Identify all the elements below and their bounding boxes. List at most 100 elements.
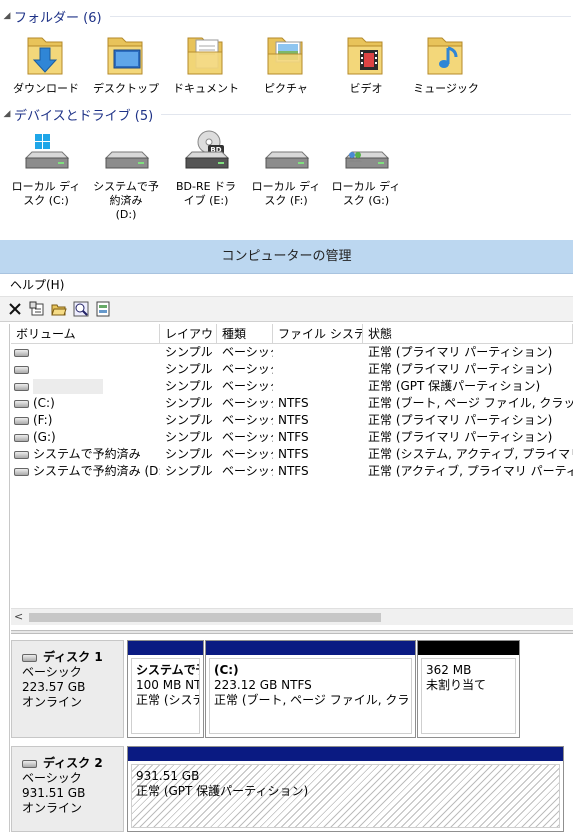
folder-documents[interactable]: ドキュメント	[166, 30, 246, 96]
menu-help[interactable]: ヘルプ(H)	[10, 278, 64, 292]
table-row[interactable]: システムで予約済み (D:) シンプル ベーシック NTFS 正常 (アクティブ…	[11, 463, 573, 480]
hard-drive-icon	[258, 128, 314, 178]
disk-name: ディスク 2	[43, 756, 103, 770]
disk-1-info[interactable]: ディスク 1 ベーシック 223.57 GB オンライン	[11, 640, 124, 738]
disk-kind: ベーシック	[22, 771, 82, 785]
partition-unallocated[interactable]: 362 MB 未割り当て	[417, 640, 520, 738]
column-header-type[interactable]: 種類	[217, 324, 273, 343]
filesystem-cell: NTFS	[278, 447, 309, 461]
hard-drive-icon	[98, 128, 154, 178]
pictures-folder-icon	[258, 30, 314, 80]
scrollbar-thumb[interactable]	[29, 613, 381, 622]
layout-cell: シンプル	[165, 413, 213, 427]
open-icon[interactable]	[50, 300, 68, 318]
type-cell: ベーシック	[222, 396, 273, 410]
folder-label: ダウンロード	[13, 82, 79, 95]
scroll-left-icon[interactable]: <	[14, 610, 23, 623]
table-row[interactable]: シンプル ベーシック 正常 (プライマリ パーティション)	[11, 361, 573, 378]
partition-size: 362 MB	[426, 663, 472, 677]
collapse-icon[interactable]: ◢	[0, 11, 14, 21]
console-tree-edge	[0, 324, 10, 832]
drive-e[interactable]: BD BD-RE ドラ イブ (E:)	[166, 128, 246, 208]
group-divider	[161, 113, 571, 115]
collapse-icon[interactable]: ◢	[0, 109, 14, 119]
folder-downloads[interactable]: ダウンロード	[6, 30, 86, 96]
drive-label: ローカル ディ スク (C:)	[11, 180, 81, 207]
volume-name: システムで予約済み	[33, 447, 141, 461]
type-cell: ベーシック	[222, 379, 273, 393]
horizontal-scrollbar[interactable]: <	[11, 608, 573, 625]
layout-cell: シンプル	[165, 396, 213, 410]
volume-name: システムで予約済み (D:)	[33, 464, 160, 478]
disk-2-info[interactable]: ディスク 2 ベーシック 931.51 GB オンライン	[11, 746, 124, 832]
column-header-layout[interactable]: レイアウト	[160, 324, 217, 343]
status-cell: 正常 (アクティブ, プライマリ パーティション)	[368, 464, 573, 478]
volume-icon	[14, 416, 29, 425]
folder-pictures[interactable]: ピクチャ	[246, 30, 326, 96]
disk-size: 223.57 GB	[22, 680, 86, 694]
column-header-volume[interactable]: ボリューム	[11, 324, 160, 343]
table-row[interactable]: シンプル ベーシック 正常 (GPT 保護パーティション)	[11, 378, 573, 395]
export-icon[interactable]	[94, 300, 112, 318]
drive-label: システムで予 約済み (D:)	[93, 180, 159, 221]
devices-group-header[interactable]: ◢ デバイスとドライブ (5)	[0, 104, 573, 124]
column-header-filesystem[interactable]: ファイル システム	[273, 324, 363, 343]
drive-label: ローカル ディ スク (F:)	[251, 180, 321, 207]
volume-icon	[14, 467, 29, 476]
volume-icon	[14, 399, 29, 408]
devices-group-title: デバイスとドライブ (5)	[14, 108, 154, 124]
folder-label: ピクチャ	[264, 82, 308, 95]
type-cell: ベーシック	[222, 413, 273, 427]
window-title[interactable]: コンピューターの管理	[0, 240, 573, 274]
status-cell: 正常 (プライマリ パーティション)	[368, 430, 553, 444]
folder-videos[interactable]: ビデオ	[326, 30, 406, 96]
drive-c[interactable]: ローカル ディ スク (C:)	[6, 128, 86, 208]
table-row[interactable]: システムで予約済み シンプル ベーシック NTFS 正常 (システム, アクティ…	[11, 446, 573, 463]
drive-g[interactable]: ローカル ディ スク (G:)	[326, 128, 406, 208]
volume-name: (G:)	[33, 430, 56, 444]
folders-group-header[interactable]: ◢ フォルダー (6)	[0, 6, 573, 26]
search-icon[interactable]	[72, 300, 90, 318]
status-cell: 正常 (プライマリ パーティション)	[368, 362, 553, 376]
status-cell: 正常 (プライマリ パーティション)	[368, 345, 553, 359]
partition-status: 正常 (GPT 保護パーティション)	[136, 784, 309, 798]
volume-name: (C:)	[33, 396, 55, 410]
column-headers: ボリューム レイアウト 種類 ファイル システム 状態	[11, 324, 573, 344]
partition-c[interactable]: (C:) 223.12 GB NTFS 正常 (ブート, ページ ファイル, ク…	[205, 640, 416, 738]
explorer-view: ◢ フォルダー (6) ダウンロード デスクトップ ドキュメント ピクチャ ビデ…	[0, 0, 573, 240]
disk-1-row[interactable]: ディスク 1 ベーシック 223.57 GB オンライン システムで予 100 …	[11, 640, 573, 738]
folder-desktop[interactable]: デスクトップ	[86, 30, 166, 96]
drive-d[interactable]: システムで予 約済み (D:)	[86, 128, 166, 222]
volume-icon	[14, 450, 29, 459]
drive-label: ローカル ディ スク (G:)	[331, 180, 401, 207]
drive-f[interactable]: ローカル ディ スク (F:)	[246, 128, 326, 208]
partition-name: システムで予	[136, 663, 199, 677]
properties-icon[interactable]	[28, 300, 46, 318]
layout-cell: シンプル	[165, 379, 213, 393]
folder-label: ミュージック	[413, 82, 479, 95]
disk-2-row[interactable]: ディスク 2 ベーシック 931.51 GB オンライン 931.51 GB 正…	[11, 746, 573, 832]
bd-drive-icon: BD	[178, 128, 234, 178]
type-cell: ベーシック	[222, 447, 273, 461]
table-row[interactable]: (F:) シンプル ベーシック NTFS 正常 (プライマリ パーティション)	[11, 412, 573, 429]
filesystem-cell: NTFS	[278, 430, 309, 444]
layout-cell: シンプル	[165, 430, 213, 444]
table-row[interactable]: シンプル ベーシック 正常 (プライマリ パーティション)	[11, 344, 573, 361]
partition-band	[128, 641, 203, 655]
status-cell: 正常 (システム, アクティブ, プライマリ パーテ	[368, 447, 573, 461]
type-cell: ベーシック	[222, 362, 273, 376]
volume-icon	[14, 348, 29, 357]
partition-system-reserved[interactable]: システムで予 100 MB NT 正常 (システ	[127, 640, 204, 738]
partition-gpt-protective[interactable]: 931.51 GB 正常 (GPT 保護パーティション)	[127, 746, 564, 832]
delete-icon[interactable]	[6, 300, 24, 318]
disk-state: オンライン	[22, 695, 83, 709]
column-header-status[interactable]: 状態	[363, 324, 573, 343]
table-row[interactable]: (G:) シンプル ベーシック NTFS 正常 (プライマリ パーティション)	[11, 429, 573, 446]
computer-management-window: コンピューターの管理 ヘルプ(H) ボリューム レイアウ 種類 ファイル シス …	[0, 240, 573, 832]
folder-music[interactable]: ミュージック	[406, 30, 486, 96]
partition-band	[418, 641, 519, 655]
user-drive-icon	[338, 128, 394, 178]
folder-label: ドキュメント	[173, 82, 239, 95]
filesystem-cell	[273, 361, 363, 378]
table-row[interactable]: (C:) シンプル ベーシック NTFS 正常 (ブート, ページ ファイル, …	[11, 395, 573, 412]
